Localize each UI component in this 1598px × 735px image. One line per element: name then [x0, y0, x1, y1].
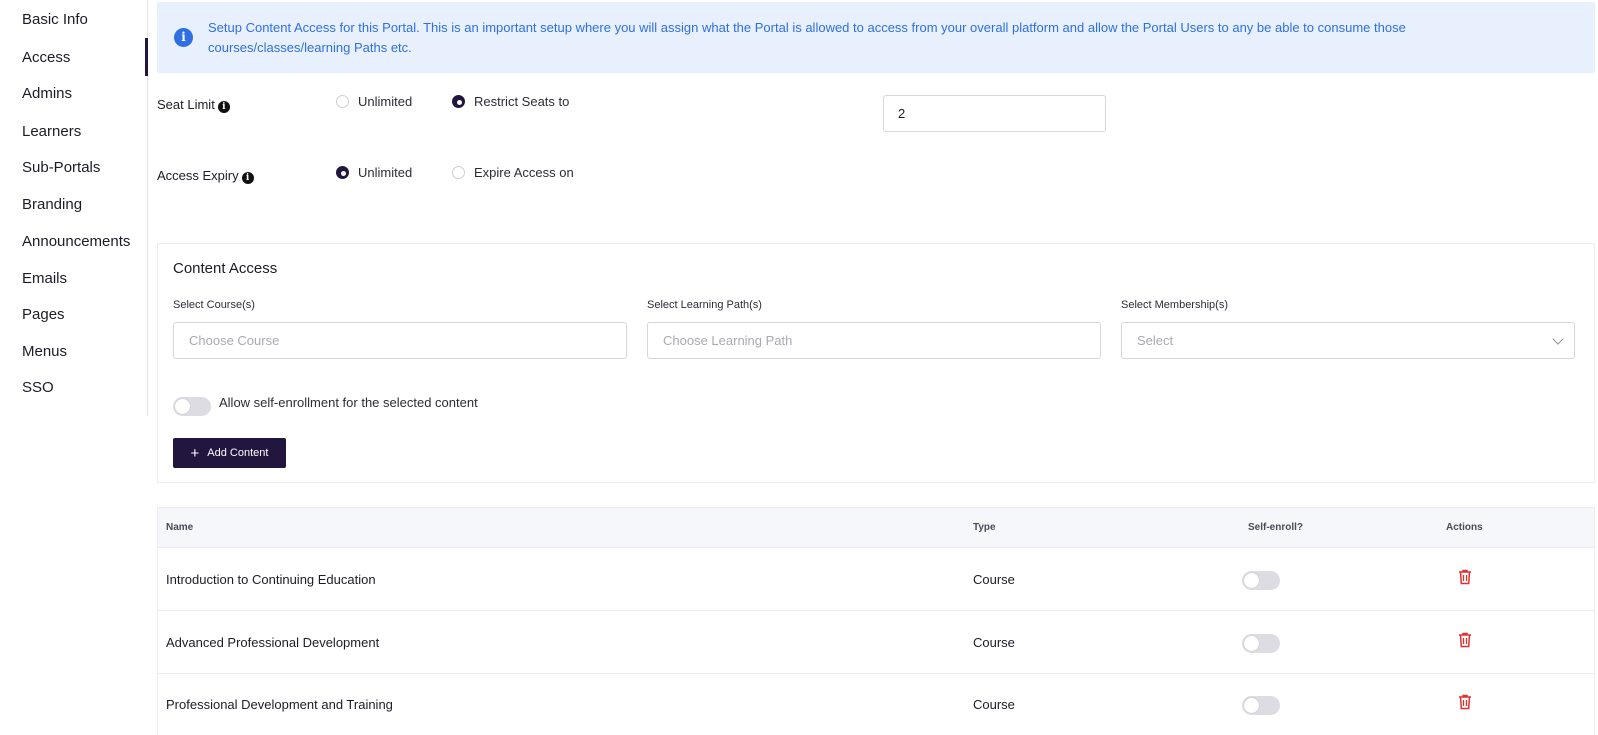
row-type: Course	[973, 635, 1015, 650]
sidebar-item-sub-portals[interactable]: Sub-Portals	[22, 159, 100, 176]
info-icon[interactable]: i	[217, 101, 230, 113]
row-name: Professional Development and Training	[166, 697, 393, 712]
access-expiry-label: Access Expiry i	[157, 168, 254, 184]
radio-unchecked-icon	[336, 95, 349, 108]
trash-icon[interactable]	[1458, 632, 1472, 648]
seat-limit-label-text: Seat Limit	[157, 97, 215, 112]
row-type: Course	[973, 697, 1015, 712]
course-select-input[interactable]	[173, 322, 627, 359]
plus-icon: +	[190, 444, 200, 462]
membership-select-placeholder: Select	[1137, 333, 1174, 348]
self-enroll-toggle[interactable]	[173, 397, 211, 416]
access-expiry-expire-radio[interactable]: Expire Access on	[452, 165, 574, 180]
row-self-enroll-toggle[interactable]	[1242, 634, 1280, 653]
trash-icon[interactable]	[1458, 694, 1472, 710]
membership-select[interactable]: Select	[1121, 322, 1575, 359]
sidebar-active-indicator	[145, 38, 148, 76]
sidebar-item-learners[interactable]: Learners	[22, 123, 81, 140]
sidebar-item-pages[interactable]: Pages	[22, 306, 65, 323]
content-access-title: Content Access	[173, 260, 278, 277]
sidebar-item-menus[interactable]: Menus	[22, 343, 67, 360]
table-row: Advanced Professional Development Course	[158, 612, 1594, 674]
self-enroll-label: Allow self-enrollment for the selected c…	[219, 395, 478, 410]
info-icon: i	[174, 28, 193, 47]
seat-limit-label: Seat Limit i	[157, 97, 230, 113]
sidebar-item-announcements[interactable]: Announcements	[22, 233, 130, 250]
row-self-enroll-toggle[interactable]	[1242, 696, 1280, 715]
row-name: Introduction to Continuing Education	[166, 572, 376, 587]
trash-icon[interactable]	[1458, 569, 1472, 585]
radio-unchecked-icon	[452, 166, 465, 179]
row-self-enroll-toggle[interactable]	[1242, 571, 1280, 590]
radio-label: Restrict Seats to	[474, 94, 570, 109]
table-row: Professional Development and Training Co…	[158, 674, 1594, 735]
info-icon[interactable]: i	[241, 172, 254, 184]
sidebar-nav: Basic Info Access Admins Learners Sub-Po…	[0, 0, 148, 416]
sidebar-item-admins[interactable]: Admins	[22, 85, 72, 102]
sidebar-item-emails[interactable]: Emails	[22, 270, 67, 287]
access-expiry-label-text: Access Expiry	[157, 168, 239, 183]
learning-path-select-input[interactable]	[647, 322, 1101, 359]
sidebar-item-sso[interactable]: SSO	[22, 379, 54, 396]
column-header-actions: Actions	[1446, 522, 1483, 533]
seat-limit-unlimited-radio[interactable]: Unlimited	[336, 94, 412, 109]
sidebar-item-basic-info[interactable]: Basic Info	[22, 11, 88, 28]
access-expiry-unlimited-radio[interactable]: Unlimited	[336, 165, 412, 180]
banner-text: Setup Content Access for this Portal. Th…	[208, 20, 1406, 55]
add-content-button[interactable]: + Add Content	[173, 438, 286, 468]
content-table: Name Type Self-enroll? Actions Introduct…	[157, 507, 1595, 735]
row-type: Course	[973, 572, 1015, 587]
info-banner: i Setup Content Access for this Portal. …	[157, 2, 1595, 73]
seat-limit-restrict-radio[interactable]: Restrict Seats to	[452, 94, 569, 109]
table-header: Name Type Self-enroll? Actions	[158, 508, 1594, 548]
radio-checked-icon	[336, 166, 349, 179]
sidebar-item-branding[interactable]: Branding	[22, 196, 82, 213]
chevron-down-icon	[1552, 333, 1564, 345]
add-content-label: Add Content	[207, 447, 269, 459]
membership-select-label: Select Membership(s)	[1121, 299, 1228, 311]
learning-path-select-label: Select Learning Path(s)	[647, 299, 762, 311]
radio-label: Unlimited	[358, 165, 413, 180]
column-header-name: Name	[166, 522, 194, 533]
table-row: Introduction to Continuing Education Cou…	[158, 549, 1594, 611]
radio-label: Expire Access on	[474, 165, 574, 180]
content-access-card: Content Access Select Course(s) Select L…	[157, 243, 1595, 483]
column-header-type: Type	[973, 522, 996, 533]
radio-checked-icon	[452, 95, 465, 108]
seat-limit-input[interactable]	[883, 95, 1106, 132]
radio-label: Unlimited	[358, 94, 413, 109]
column-header-self-enroll: Self-enroll?	[1248, 522, 1304, 533]
course-select-label: Select Course(s)	[173, 299, 255, 311]
row-name: Advanced Professional Development	[166, 635, 380, 650]
sidebar-item-access[interactable]: Access	[22, 49, 70, 66]
